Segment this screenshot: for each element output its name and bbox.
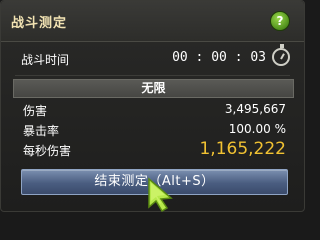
combat-measure-panel: 战斗测定 ? 战斗时间 00 : 00 : 03 无限 伤害 3,495,667… <box>0 0 305 213</box>
stat-row-dps: 每秒伤害 1,165,222 <box>23 139 286 160</box>
dps-label: 每秒伤害 <box>23 144 72 158</box>
damage-value: 3,495,667 <box>224 102 286 116</box>
help-icon[interactable]: ? <box>270 11 290 31</box>
cursor-arrow-icon <box>148 177 173 213</box>
divider <box>15 75 290 76</box>
mode-bar: 无限 <box>13 79 294 98</box>
crit-rate-label: 暴击率 <box>23 124 60 138</box>
panel-titlebar: 战斗测定 ? <box>1 1 304 42</box>
battle-time-row: 战斗时间 00 : 00 : 03 <box>11 44 296 70</box>
battle-time-label: 战斗时间 <box>21 53 70 67</box>
stat-row-crit-rate: 暴击率 100.00 % <box>23 122 286 140</box>
crit-rate-value: 100.00 % <box>228 122 286 136</box>
damage-label: 伤害 <box>23 104 48 118</box>
stopwatch-icon <box>272 44 290 66</box>
panel-title: 战斗测定 <box>11 16 68 31</box>
stat-row-damage: 伤害 3,495,667 <box>23 102 286 120</box>
battle-time-value: 00 : 00 : 03 <box>172 50 266 65</box>
dps-value: 1,165,222 <box>199 139 286 159</box>
